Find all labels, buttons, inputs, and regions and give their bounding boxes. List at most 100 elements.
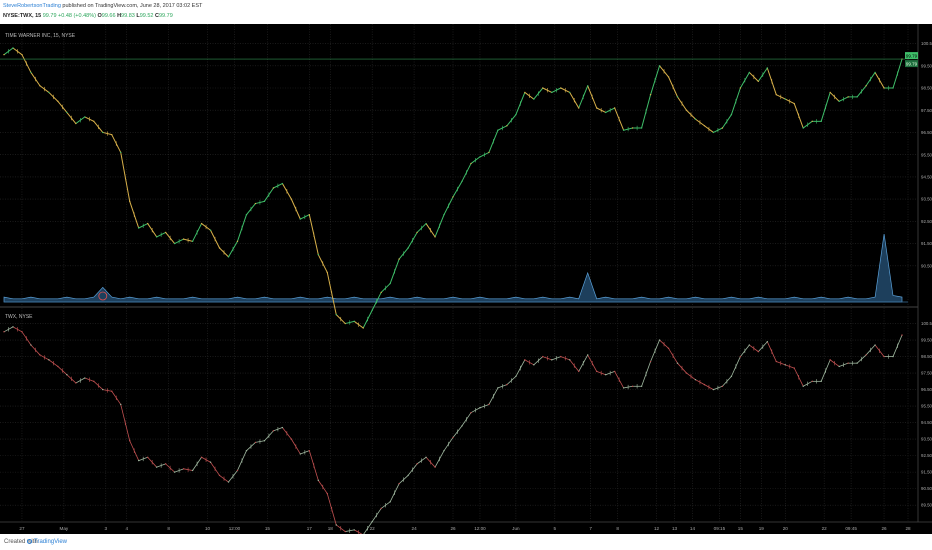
time-tick-label: 18 [328,526,334,531]
price-tick-label: 89.50 [921,503,932,508]
main-series-point [497,129,499,131]
main-series-point [21,53,23,56]
main-series-point [506,125,508,127]
high-value: 99.83 [121,13,135,19]
main-series-point [93,120,95,123]
main-series-point [308,213,311,216]
main-series-point [856,96,858,98]
lower-series-point [146,456,149,458]
lower-series-point [12,326,14,328]
lower-series-point [694,378,697,381]
main-series-point [488,151,490,154]
lower-series-point [784,364,786,366]
main-series-point [461,180,463,183]
lower-series-point [542,355,544,358]
chart-area[interactable]: TIME WARNER INC, 15, NYSE TWX, NYSE 100.… [0,24,932,536]
lower-series-point [218,474,221,477]
main-series-point [245,213,248,216]
price-tick-label: 94.50 [921,174,932,179]
price-tick-label: 96.50 [921,130,932,135]
main-series-point [622,129,625,131]
main-series-point [802,127,804,129]
time-tick-label: 4 [125,526,128,531]
main-series-point [380,291,382,294]
main-series-point [470,162,472,165]
lower-series-point [443,449,445,452]
close-value: 99.79 [159,13,173,19]
main-series-point [874,71,876,74]
lower-series-point [164,463,167,465]
lower-series-point [236,469,239,472]
lower-series-point [658,339,661,341]
lower-series-point [721,385,724,387]
price-tick-label: 100.50 [921,321,932,326]
lower-series-point [209,461,212,463]
main-series-point [479,156,481,158]
time-tick-label: 7 [589,526,592,531]
main-series-point [290,198,293,200]
lower-series-point [57,365,59,368]
lower-series-point [560,355,562,358]
time-tick-label: 26 [881,526,887,531]
main-series-point [676,96,679,98]
price-tick-label: 98.50 [921,86,932,91]
main-series-point [335,313,337,316]
lower-series-point [712,388,715,391]
chart-svg[interactable]: TIME WARNER INC, 15, NYSE TWX, NYSE 100.… [0,24,932,536]
lower-series-point [766,341,769,343]
main-series-point [784,98,786,100]
lower-series-point [102,388,104,391]
lower-series-point [398,482,400,485]
lower-series-point [811,380,813,383]
main-series-point [281,182,284,185]
main-series-point [102,131,104,134]
lower-series-point [497,387,499,389]
main-series-point [164,231,167,234]
lower-series-point [39,354,41,356]
main-series-point [30,71,32,74]
lower-series-point [425,456,427,458]
main-series-point [604,111,607,114]
lower-series-point [182,468,185,470]
main-series-point [155,236,158,238]
main-series-point [838,100,840,103]
lower-series-point [488,403,490,406]
main-series-point [371,309,373,311]
lower-series-point [838,365,840,368]
main-series-point [730,113,733,116]
price-tick-label: 98.50 [921,354,932,359]
main-series-point [748,71,751,74]
main-series-point [757,80,760,83]
main-series-point [120,151,122,154]
tradingview-brand-link[interactable]: TradingView [34,539,67,545]
main-series-point [811,120,813,123]
main-series-point [739,87,742,89]
price-tick-label: 96.50 [921,387,932,392]
main-series-point [613,107,616,109]
time-tick-label: 12:00 [474,526,486,531]
author-link[interactable]: SteveRobertsonTrading [3,3,61,9]
lower-series-point [892,355,894,358]
lower-series-point [353,529,355,531]
lower-series-point [371,520,373,523]
lower-series-point [263,440,266,442]
main-series-point [595,107,598,109]
main-series-point [84,116,86,118]
time-tick-label: 12:00 [229,526,241,531]
time-tick-label: 5 [554,526,557,531]
lower-series-point [793,367,795,369]
lower-series-point [434,466,436,468]
main-series-point [533,98,535,100]
main-series-point [182,238,185,240]
chart-background [0,24,932,534]
main-series-point [766,67,769,69]
tradingview-logo-icon [27,539,32,544]
last-price: 99.79 [42,13,57,19]
main-series-point [640,127,643,129]
main-series-point [191,240,194,243]
created-with-label: Created with [4,539,38,545]
lower-series-point [667,347,670,350]
main-series-point [111,133,113,136]
time-tick-label: 27 [19,526,25,531]
lower-series-point [380,507,382,510]
